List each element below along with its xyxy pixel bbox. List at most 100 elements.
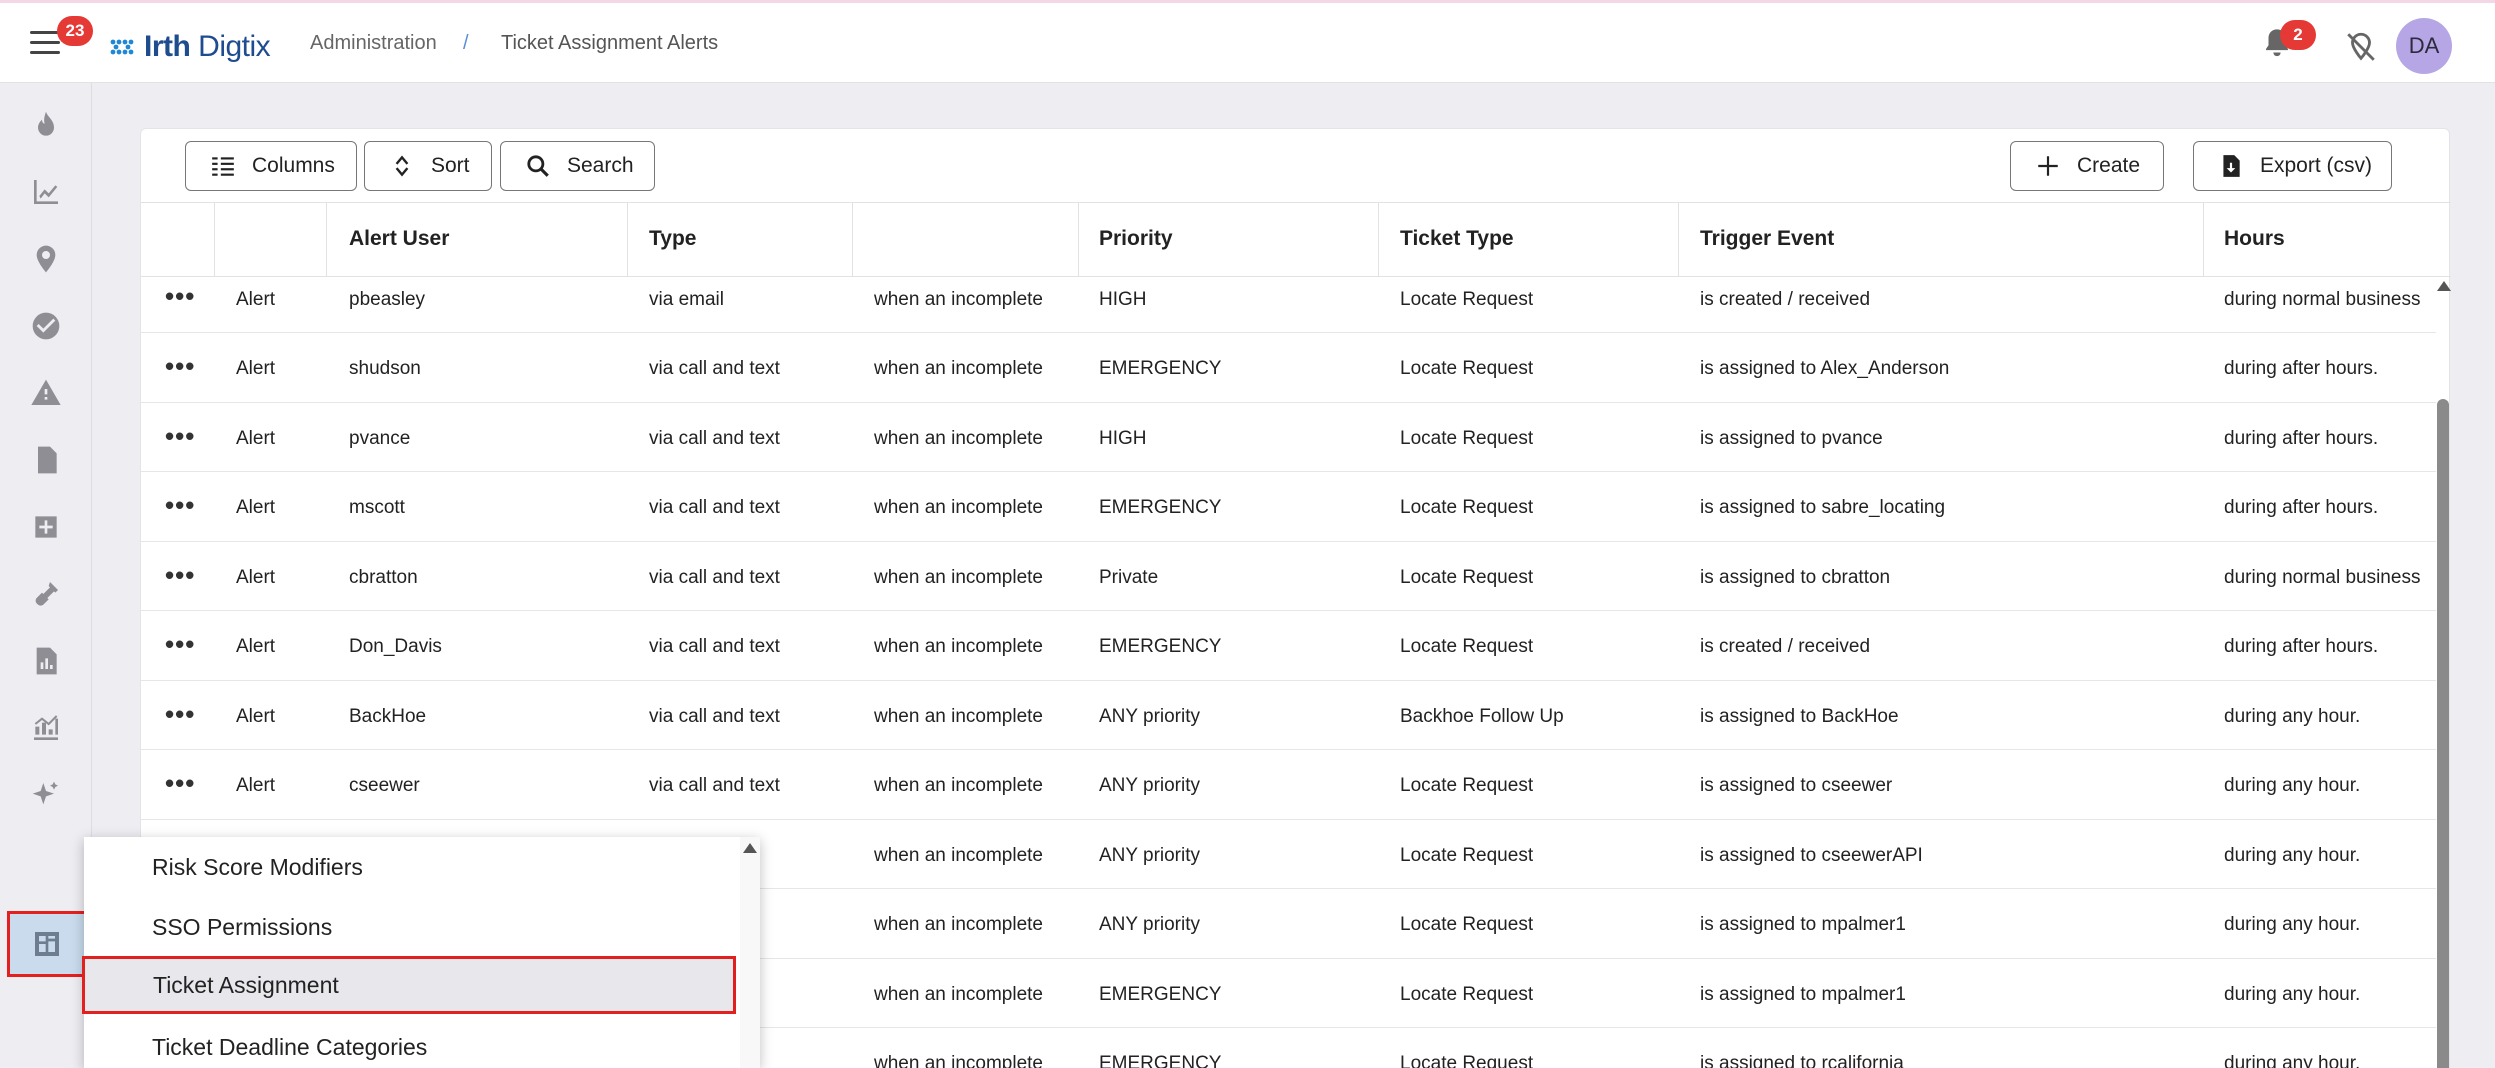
location-off-icon[interactable] — [2344, 30, 2378, 64]
column-header-priority[interactable]: Priority — [1099, 227, 1173, 251]
cell-condition: when an incomplete — [874, 497, 1043, 518]
cell-trigger-event: is assigned to mpalmer1 — [1700, 983, 1906, 1005]
cell-condition: when an incomplete — [874, 636, 1043, 657]
cell-ticket-type: Locate Request — [1400, 775, 1534, 796]
export-label: Export (csv) — [2260, 154, 2373, 177]
row-actions-icon[interactable]: ••• — [165, 560, 195, 591]
table-row[interactable]: ••• Alert Don_Davis via call and text when a… — [141, 611, 2436, 681]
cell-ticket-type: Locate Request — [1400, 983, 1534, 1005]
warning-icon[interactable] — [28, 375, 64, 411]
table-header — [141, 202, 2451, 277]
cell-condition: when an incomplete — [874, 983, 1043, 1005]
cell-hours: during any hour. — [2224, 705, 2361, 727]
shovel-icon[interactable] — [28, 576, 64, 612]
column-header-hours[interactable]: Hours — [2224, 227, 2285, 251]
cell-type: via email — [649, 289, 724, 310]
columns-button[interactable]: Columns — [185, 141, 357, 191]
trend-chart-icon[interactable] — [28, 174, 64, 210]
cell-priority: ANY priority — [1099, 844, 1201, 866]
add-box-icon[interactable] — [28, 509, 64, 545]
location-pin-icon[interactable] — [28, 241, 64, 277]
search-button[interactable]: Search — [500, 141, 655, 191]
cell-priority: HIGH — [1099, 289, 1147, 310]
cell-kind: Alert — [236, 358, 276, 379]
cell-alert-user: Don_Davis — [349, 636, 442, 657]
analytics-icon[interactable] — [28, 710, 64, 746]
scrollbar-thumb[interactable] — [2437, 399, 2449, 1068]
cell-condition: when an incomplete — [874, 566, 1043, 588]
sparkle-icon[interactable] — [28, 777, 64, 813]
file-download-icon — [2223, 155, 2240, 177]
hamburger-menu-icon[interactable] — [30, 31, 60, 55]
row-actions-icon[interactable]: ••• — [165, 281, 195, 312]
cell-ticket-type: Locate Request — [1400, 358, 1534, 379]
column-header-type[interactable]: Type — [649, 227, 696, 251]
cell-hours: during normal business — [2224, 289, 2421, 310]
column-header-trigger-event[interactable]: Trigger Event — [1700, 227, 1834, 251]
table-row[interactable]: ••• Alert pvance via call and text when an i… — [141, 403, 2436, 472]
row-actions-icon[interactable]: ••• — [165, 768, 195, 799]
create-button[interactable]: Create — [2010, 141, 2164, 191]
cell-trigger-event: is assigned to cseewer — [1700, 775, 1893, 796]
cell-ticket-type: Backhoe Follow Up — [1400, 705, 1564, 727]
menu-item-ticket-assignment[interactable]: Ticket Assignment — [82, 956, 736, 1014]
cell-condition: when an incomplete — [874, 844, 1043, 866]
menu-item-risk-score-modifiers[interactable]: Risk Score Modifiers — [84, 841, 736, 899]
cell-type: via call and text — [649, 566, 780, 588]
table-row[interactable]: ••• Alert pbeasley via email when an incompl… — [141, 277, 2436, 333]
cell-type: via call and text — [649, 636, 780, 657]
fire-icon[interactable] — [28, 107, 64, 143]
columns-label: Columns — [252, 154, 335, 177]
column-header-alert-user[interactable]: Alert User — [349, 227, 449, 251]
table-row[interactable]: ••• Alert mscott via call and text when an i… — [141, 472, 2436, 542]
avatar[interactable]: DA — [2396, 18, 2452, 74]
cell-hours: during any hour. — [2224, 844, 2361, 866]
cell-ticket-type: Locate Request — [1400, 566, 1534, 588]
report-icon[interactable] — [28, 643, 64, 679]
scroll-up-arrow-icon[interactable] — [2437, 281, 2451, 291]
cell-condition: when an incomplete — [874, 358, 1043, 379]
table-row[interactable]: ••• Alert cseewer via call and text when an … — [141, 750, 2436, 820]
app-logo[interactable]: Irth Digtix — [108, 27, 271, 67]
cell-priority: EMERGENCY — [1099, 358, 1222, 379]
cell-condition: when an incomplete — [874, 775, 1043, 796]
cell-type: via call and text — [649, 705, 780, 727]
menu-notification-badge: 23 — [57, 16, 93, 46]
row-actions-icon[interactable]: ••• — [165, 421, 195, 452]
table-row[interactable]: ••• Alert cbratton via call and text when an… — [141, 542, 2436, 611]
logo-mark-icon — [110, 39, 134, 55]
scroll-up-arrow-icon[interactable] — [743, 843, 757, 853]
row-actions-icon[interactable]: ••• — [165, 699, 195, 730]
column-divider — [214, 202, 215, 277]
row-actions-icon[interactable]: ••• — [165, 490, 195, 521]
admin-nav-active[interactable] — [7, 911, 87, 977]
check-circle-icon[interactable] — [28, 308, 64, 344]
row-actions-icon[interactable]: ••• — [165, 351, 195, 382]
table-row[interactable]: ••• Alert shudson via call and text when an … — [141, 333, 2436, 403]
table-row[interactable]: ••• Alert BackHoe via call and text when an … — [141, 681, 2436, 750]
cell-hours: during after hours. — [2224, 358, 2379, 379]
document-icon[interactable] — [28, 442, 64, 478]
column-header-ticket-type[interactable]: Ticket Type — [1400, 227, 1514, 251]
menu-item-sso-permissions[interactable]: SSO Permissions — [84, 901, 736, 959]
cell-trigger-event: is created / received — [1700, 636, 1871, 657]
cell-trigger-event: is assigned to cbratton — [1700, 566, 1891, 588]
cell-kind: Alert — [236, 775, 276, 796]
cell-kind: Alert — [236, 636, 276, 657]
cell-trigger-event: is assigned to pvance — [1700, 427, 1883, 449]
sidebar — [0, 83, 92, 1068]
cell-ticket-type: Locate Request — [1400, 844, 1534, 866]
cell-condition: when an incomplete — [874, 705, 1043, 727]
cell-hours: during after hours. — [2224, 636, 2379, 657]
sort-button[interactable]: Sort — [364, 141, 492, 191]
column-divider — [1078, 202, 1079, 277]
cell-type: via call and text — [649, 358, 780, 379]
export-csv-button[interactable]: Export (csv) — [2193, 141, 2392, 191]
submenu-scrollbar[interactable] — [740, 837, 760, 1068]
notification-badge: 2 — [2280, 20, 2316, 50]
menu-item-ticket-deadline-categories[interactable]: Ticket Deadline Categories — [84, 1021, 736, 1068]
cell-alert-user: cbratton — [349, 566, 418, 588]
breadcrumb-administration[interactable]: Administration — [310, 32, 437, 55]
row-actions-icon[interactable]: ••• — [165, 629, 195, 660]
cell-type: via call and text — [649, 775, 780, 796]
